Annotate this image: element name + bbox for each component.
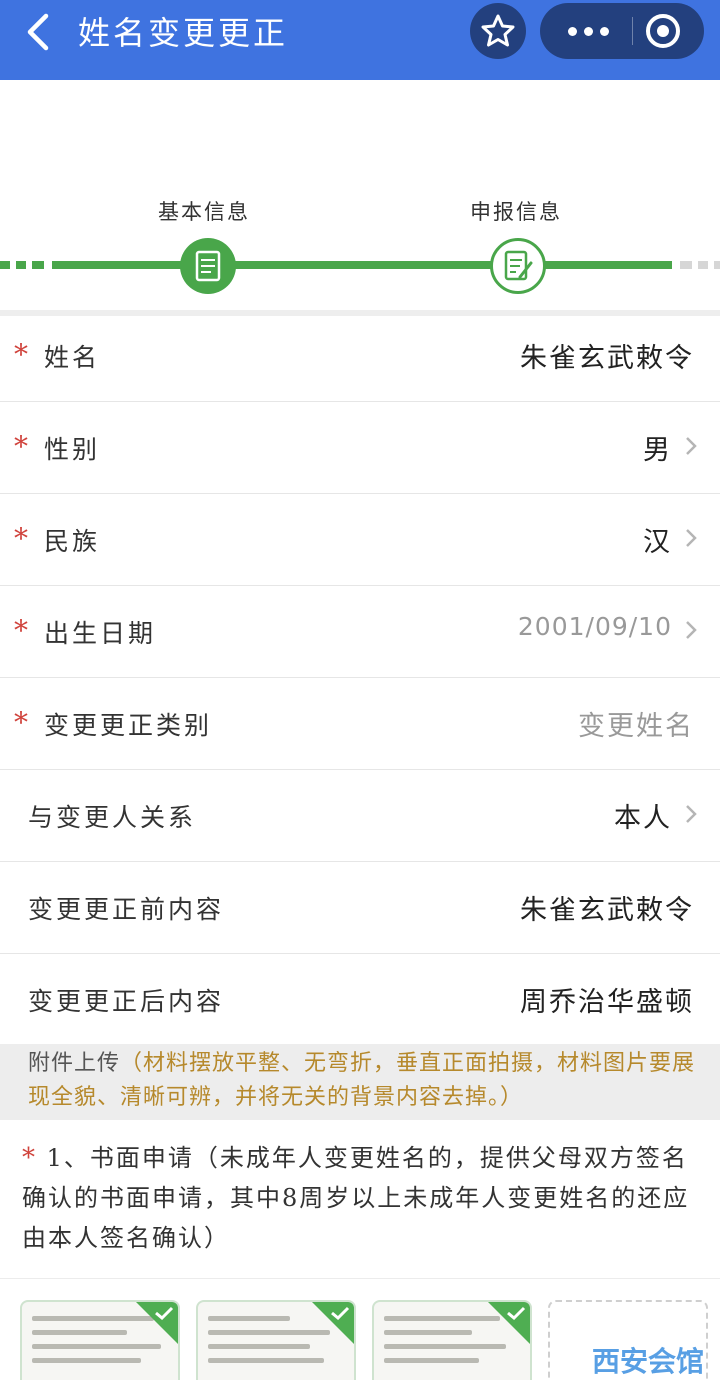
progress-steps: 基本信息 申报信息 bbox=[0, 80, 720, 316]
field-label: 变更更正后内容 bbox=[28, 987, 225, 1016]
attachment-thumbnail[interactable] bbox=[372, 1300, 532, 1380]
field-label: 性别 bbox=[44, 435, 101, 464]
field-content-before[interactable]: 变更更正前内容 朱雀玄武敕令 bbox=[0, 862, 720, 954]
progress-line bbox=[52, 261, 672, 269]
field-change-type[interactable]: * 变更更正类别 变更姓名 bbox=[0, 678, 720, 770]
info-form: * 姓名 朱雀玄武敕令 * 性别 男 * 民族 汉 * 出生日期 2001/09… bbox=[0, 310, 720, 1046]
attachment-tip: （材料摆放平整、无弯折，垂直正面拍摄，材料图片要展现全貌、清晰可辨，并将无关的背… bbox=[28, 1051, 696, 1110]
field-value[interactable]: 朱雀玄武敕令 bbox=[520, 336, 694, 375]
field-name[interactable]: * 姓名 朱雀玄武敕令 bbox=[0, 310, 720, 402]
document-icon bbox=[195, 250, 221, 282]
chevron-right-icon bbox=[686, 621, 697, 639]
check-icon bbox=[507, 1306, 526, 1320]
progress-dash bbox=[16, 261, 26, 269]
attachment-notice: 附件上传（材料摆放平整、无弯折，垂直正面拍摄，材料图片要展现全貌、清晰可辨，并将… bbox=[0, 1044, 720, 1120]
required-mark: * bbox=[14, 614, 28, 647]
capsule-divider bbox=[632, 17, 633, 45]
progress-dash-pending bbox=[714, 261, 720, 269]
required-mark: * bbox=[14, 522, 28, 555]
step-basic-info[interactable] bbox=[180, 238, 236, 294]
back-button[interactable] bbox=[20, 10, 60, 54]
chevron-right-icon bbox=[686, 805, 697, 823]
favorite-button[interactable] bbox=[470, 3, 526, 59]
chevron-left-icon bbox=[27, 13, 49, 51]
field-value[interactable]: 汉 bbox=[643, 520, 672, 559]
more-button[interactable] bbox=[558, 16, 618, 46]
field-birth-date[interactable]: * 出生日期 2001/09/10 bbox=[0, 586, 720, 678]
divider bbox=[0, 1278, 720, 1279]
field-value[interactable]: 本人 bbox=[614, 796, 672, 835]
field-label: 与变更人关系 bbox=[28, 803, 197, 832]
chevron-right-icon bbox=[686, 437, 697, 455]
page-title: 姓名变更更正 bbox=[78, 14, 289, 52]
document-description: 1、书面申请（未成年人变更姓名的，提供父母双方签名确认的书面申请，其中8周岁以上… bbox=[22, 1144, 690, 1252]
field-label: 出生日期 bbox=[44, 619, 157, 648]
progress-dash-pending bbox=[698, 261, 708, 269]
required-mark: * bbox=[14, 706, 28, 739]
required-mark: * bbox=[14, 430, 28, 463]
title-bar: 姓名变更更正 bbox=[0, 0, 720, 80]
more-dot bbox=[583, 26, 593, 36]
edit-document-icon bbox=[504, 250, 533, 281]
attachment-thumbnail[interactable] bbox=[20, 1300, 180, 1380]
target-circle-icon bbox=[646, 14, 680, 48]
step-label-declare: 申报信息 bbox=[470, 200, 562, 224]
more-dot bbox=[567, 26, 577, 36]
field-relationship[interactable]: 与变更人关系 本人 bbox=[0, 770, 720, 862]
document-requirement: * 1、书面申请（未成年人变更姓名的，提供父母双方签名确认的书面申请，其中8周岁… bbox=[0, 1138, 720, 1258]
field-label: 民族 bbox=[44, 527, 101, 556]
progress-dash-pending bbox=[680, 261, 692, 269]
field-value[interactable]: 周乔治华盛顿 bbox=[520, 980, 694, 1019]
check-icon bbox=[155, 1306, 174, 1320]
close-button[interactable] bbox=[644, 12, 682, 50]
field-ethnicity[interactable]: * 民族 汉 bbox=[0, 494, 720, 586]
field-value[interactable]: 变更姓名 bbox=[578, 704, 694, 743]
progress-dash bbox=[32, 261, 44, 269]
required-mark: * bbox=[22, 1143, 37, 1173]
field-label: 变更更正前内容 bbox=[28, 895, 225, 924]
field-value[interactable]: 朱雀玄武敕令 bbox=[520, 888, 694, 927]
attachment-thumbnail[interactable] bbox=[196, 1300, 356, 1380]
attachment-title: 附件上传 bbox=[28, 1051, 121, 1076]
step-declare-info[interactable] bbox=[490, 238, 546, 294]
field-label: 变更更正类别 bbox=[44, 711, 213, 740]
field-gender[interactable]: * 性别 男 bbox=[0, 402, 720, 494]
field-label: 姓名 bbox=[44, 343, 101, 372]
more-dot bbox=[599, 26, 609, 36]
required-mark: * bbox=[14, 338, 28, 371]
watermark: 西安会馆 bbox=[592, 1345, 705, 1378]
mini-program-capsule bbox=[540, 3, 704, 59]
progress-dash bbox=[0, 261, 10, 269]
chevron-right-icon bbox=[686, 529, 697, 547]
field-value[interactable]: 2001/09/10 bbox=[518, 612, 672, 641]
field-value[interactable]: 男 bbox=[643, 428, 672, 467]
check-icon bbox=[331, 1306, 350, 1320]
step-label-basic: 基本信息 bbox=[158, 200, 250, 224]
field-content-after[interactable]: 变更更正后内容 周乔治华盛顿 bbox=[0, 954, 720, 1046]
star-icon bbox=[481, 14, 515, 47]
